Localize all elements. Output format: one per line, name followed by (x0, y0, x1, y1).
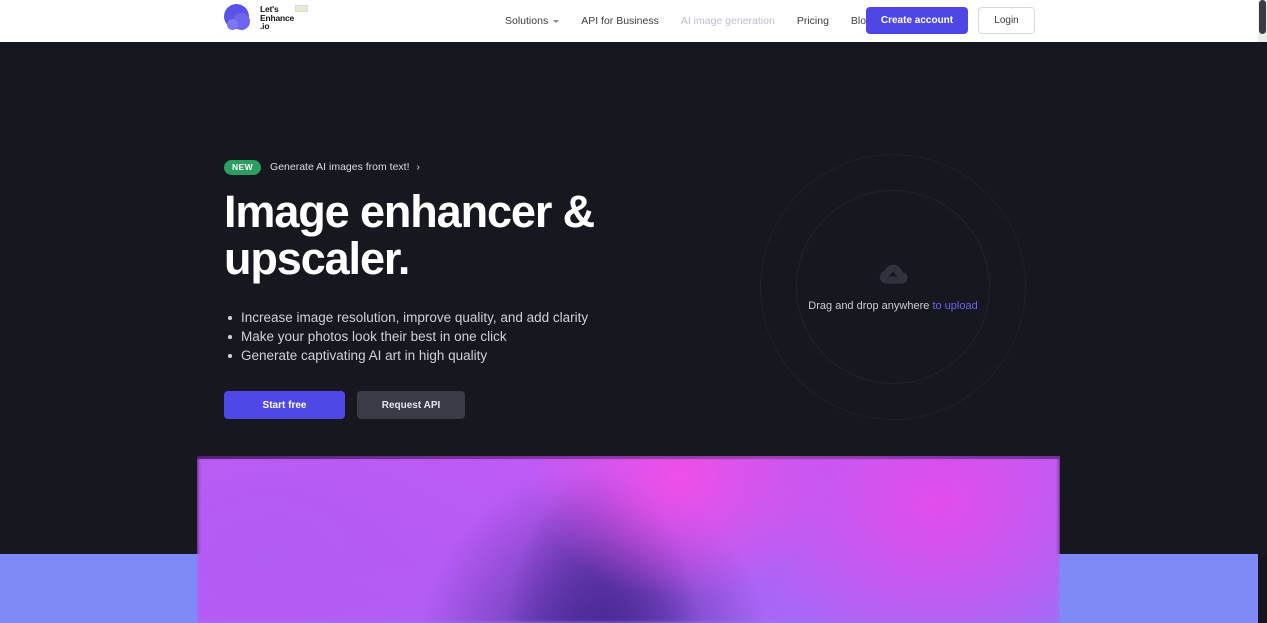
start-free-button[interactable]: Start free (224, 391, 345, 419)
bottom-band-gutter (1258, 554, 1267, 623)
logo-icon (224, 3, 254, 33)
chevron-down-icon (553, 19, 560, 23)
main-nav: Solutions API for Business AI image gene… (505, 0, 872, 42)
nav-label: API for Business (581, 15, 659, 27)
cta-row: Start free Request API (224, 391, 744, 419)
nav-label: Pricing (796, 15, 829, 27)
flag-icon (295, 5, 308, 13)
brand-wordmark: Let's Enhance .io (260, 5, 308, 32)
new-badge: NEW (224, 160, 262, 175)
scrollbar-thumb[interactable] (1259, 0, 1266, 34)
nav-item-pricing[interactable]: Pricing (797, 15, 829, 27)
list-item: Make your photos look their best in one … (224, 327, 744, 346)
nav-item-solutions[interactable]: Solutions (505, 15, 560, 27)
nav-item-ai-image-generation[interactable]: AI image generation (681, 15, 775, 27)
showcase-top-edge (197, 456, 1060, 459)
chevron-right-icon: › (416, 161, 420, 173)
dropzone-text: Drag and drop anywhere (808, 300, 933, 312)
login-button[interactable]: Login (978, 7, 1035, 34)
nav-label: AI image generation (680, 15, 775, 27)
page-root: NEW Generate AI images from text! › Imag… (0, 0, 1267, 623)
list-item: Generate captivating AI art in high qual… (224, 346, 744, 365)
page-title: Image enhancer & upscaler. (224, 185, 595, 284)
upload-dropzone[interactable]: Drag and drop anywhere to upload (748, 142, 1038, 432)
header-actions: Create account Login (866, 7, 1035, 34)
hero-copy: NEW Generate AI images from text! › Imag… (224, 160, 744, 419)
brand-line-3: .io (260, 21, 270, 32)
create-account-button[interactable]: Create account (866, 7, 968, 34)
list-item: Increase image resolution, improve quali… (224, 308, 744, 327)
cloud-upload-icon (879, 264, 908, 284)
hero-feature-list: Increase image resolution, improve quali… (224, 308, 744, 365)
dropzone-upload-link[interactable]: to upload (932, 300, 977, 312)
nav-label: Solutions (505, 15, 549, 27)
dropzone-center: Drag and drop anywhere to upload (808, 262, 978, 312)
announcement-label: Generate AI images from text! (270, 161, 410, 174)
request-api-button[interactable]: Request API (357, 391, 465, 419)
announcement-banner[interactable]: NEW Generate AI images from text! › (224, 160, 744, 175)
dropzone-label: Drag and drop anywhere to upload (808, 300, 977, 312)
brand-logo[interactable]: Let's Enhance .io (224, 3, 308, 33)
site-header: Let's Enhance .io Solutions API for Busi… (0, 0, 1258, 42)
showcase-gradient (197, 456, 1060, 623)
nav-item-api-for-business[interactable]: API for Business (581, 15, 659, 27)
showcase-image (197, 456, 1060, 623)
